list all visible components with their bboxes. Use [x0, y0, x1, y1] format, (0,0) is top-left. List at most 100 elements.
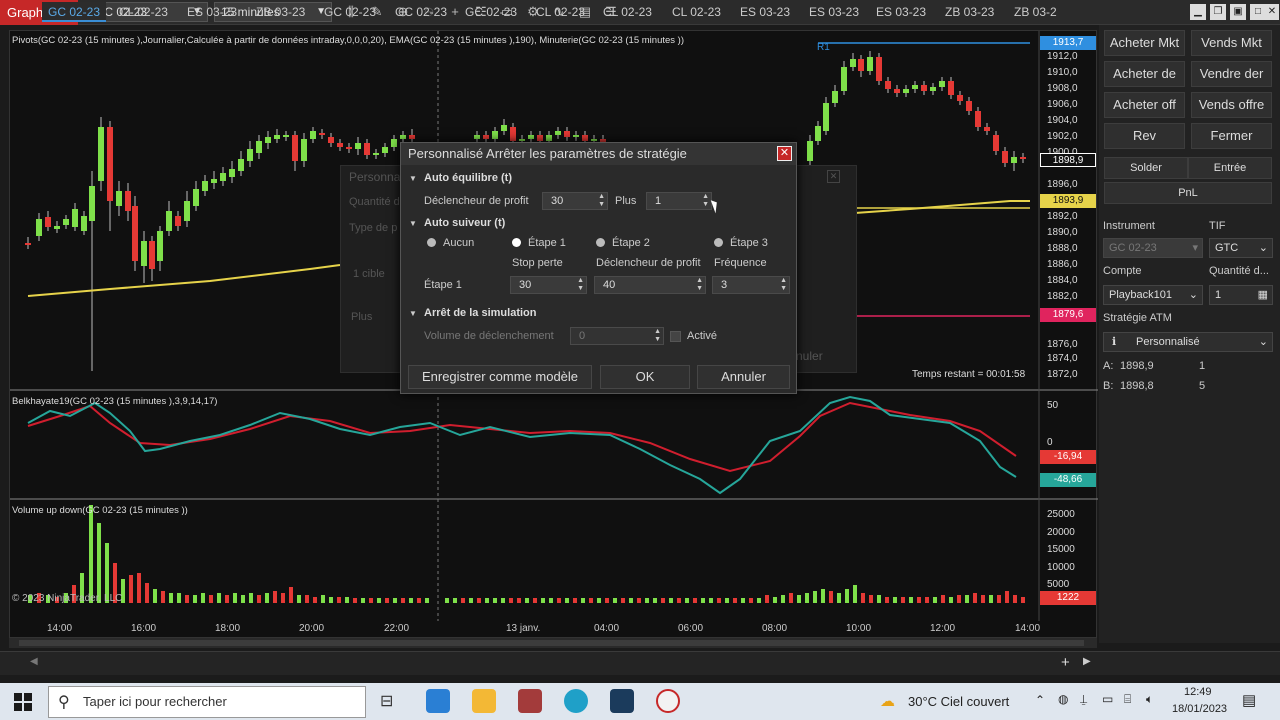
tif-select[interactable]: GTC ⌄	[1209, 238, 1273, 258]
volume-bar	[185, 595, 189, 603]
mail-icon[interactable]	[426, 689, 450, 713]
volume-trigger-input[interactable]: 0 ▲ ▼	[570, 327, 664, 345]
tab-instrument[interactable]: CL 02-23	[597, 2, 658, 22]
sell-market-button[interactable]: Vends Mkt	[1191, 30, 1272, 56]
tab-instrument[interactable]: ES 03-23	[734, 2, 796, 22]
candle-body	[573, 135, 579, 137]
tab-scroll-left-icon[interactable]: ◀	[30, 656, 38, 667]
tab-instrument[interactable]: CL 02-23	[666, 2, 727, 22]
windows-start-icon[interactable]	[14, 693, 32, 711]
clock-time[interactable]: 12:49	[1184, 686, 1212, 698]
volume-bar	[725, 598, 729, 603]
reverse-button[interactable]: Rev	[1104, 123, 1185, 149]
tab-instrument[interactable]: CL 02-23	[113, 2, 174, 22]
etape1-frequency-input[interactable]: 3 ▲ ▼	[712, 276, 790, 294]
spinner-arrows-icon[interactable]: ▲ ▼	[702, 193, 709, 209]
tab-instrument[interactable]: ES 03-23	[803, 2, 865, 22]
tab-instrument[interactable]: GC 02-23	[389, 2, 453, 22]
active-checkbox[interactable]	[670, 331, 681, 342]
candle-body	[125, 191, 131, 211]
tab-instrument[interactable]: GC 02-23	[318, 2, 382, 22]
close-icon: ✕	[827, 170, 840, 183]
spinner-arrows-icon[interactable]: ▲ ▼	[696, 277, 703, 293]
cancel-button[interactable]: Annuler	[697, 365, 790, 389]
volume-bar	[501, 598, 505, 603]
tab-instrument[interactable]: ES 03-23	[181, 2, 243, 22]
weather-text[interactable]: 30°C Ciel couvert	[908, 694, 1009, 709]
tab-instrument[interactable]: ZB 03-2	[1008, 2, 1063, 22]
spinner-arrows-icon[interactable]: ▲ ▼	[780, 277, 787, 293]
buy-offer-button[interactable]: Acheter off	[1104, 92, 1185, 118]
tab-instrument[interactable]: ZB 03-23	[939, 2, 1000, 22]
task-view-icon[interactable]: ⊟	[380, 691, 393, 711]
breakeven-trigger-input[interactable]: 30 ▲ ▼	[542, 192, 608, 210]
atm-strategy-select[interactable]: ℹ Personnalisé ⌄	[1103, 332, 1273, 352]
sell-offer-button[interactable]: Vends offre	[1191, 92, 1272, 118]
candle-body	[1011, 157, 1017, 163]
sell-bid-button[interactable]: Vendre der	[1191, 61, 1272, 87]
maximize-icon[interactable]: □	[1250, 4, 1266, 20]
tab-instrument[interactable]: ZB 03-23	[250, 2, 311, 22]
spinner-arrows-icon[interactable]: ▲ ▼	[598, 193, 605, 209]
clock-date[interactable]: 18/01/2023	[1172, 703, 1227, 715]
spinner-arrows-icon[interactable]: ▲ ▼	[654, 328, 661, 344]
ask-price: 1898,9	[1120, 360, 1154, 372]
ninjatrader-logo-icon[interactable]	[656, 689, 680, 713]
tab-instrument[interactable]: GC 02-23	[42, 2, 107, 22]
tray-app-icon[interactable]: ◍	[1058, 692, 1068, 706]
volume-bar	[829, 591, 833, 603]
collapse-arrow-icon[interactable]: ▼	[409, 174, 417, 183]
radio-etape3[interactable]	[714, 238, 723, 247]
save-template-button[interactable]: Enregistrer comme modèle	[408, 365, 592, 389]
breakeven-plus-input[interactable]: 1 ▲ ▼	[646, 192, 712, 210]
close-position-button[interactable]: Fermer	[1191, 123, 1272, 149]
buy-bid-button[interactable]: Acheter de	[1104, 61, 1185, 87]
volume-icon[interactable]: 🔈︎	[1146, 692, 1153, 707]
notifications-icon[interactable]: ▤	[1242, 691, 1256, 709]
tab-scroll-right-icon[interactable]: ▶	[1083, 656, 1091, 667]
radio-aucun[interactable]	[427, 238, 436, 247]
arret-simulation-section: Arrêt de la simulation	[424, 307, 537, 319]
minimize-icon[interactable]: ▁	[1190, 4, 1206, 20]
ok-button[interactable]: OK	[600, 365, 690, 389]
file-explorer-icon[interactable]	[472, 689, 496, 713]
tile-icon[interactable]: ▣	[1230, 4, 1246, 20]
microphone-icon[interactable]: ⍊	[1080, 692, 1087, 707]
buy-market-button[interactable]: Acheter Mkt	[1104, 30, 1185, 56]
ninjatrader-app-icon[interactable]	[610, 689, 634, 713]
etape1-stop-input[interactable]: 30 ▲ ▼	[510, 276, 587, 294]
calculator-icon[interactable]: ▦	[1258, 286, 1268, 304]
tab-instrument[interactable]: CL 02-23	[530, 2, 591, 22]
quantity-input[interactable]: 1 ▦	[1209, 285, 1273, 305]
candle-body	[89, 186, 95, 221]
power-icon[interactable]: ▭	[1102, 692, 1113, 706]
horizontal-scrollbar[interactable]	[9, 638, 1097, 648]
network-icon[interactable]: ⌸	[1124, 692, 1131, 707]
restore-icon[interactable]: ❐	[1210, 4, 1226, 20]
app-book-icon[interactable]	[518, 689, 542, 713]
radio-etape1[interactable]	[512, 238, 521, 247]
entree-button[interactable]: Entrée	[1188, 157, 1272, 179]
candle-body	[807, 141, 813, 161]
candle-body	[81, 216, 87, 231]
close-icon[interactable]: ✕	[777, 146, 792, 161]
info-icon[interactable]: ℹ	[1112, 333, 1116, 351]
ghost-row2: Type de p	[349, 222, 398, 234]
tab-instrument[interactable]: ES 03-23	[870, 2, 932, 22]
account-select[interactable]: Playback101 ⌄	[1103, 285, 1203, 305]
collapse-arrow-icon[interactable]: ▼	[409, 309, 417, 318]
instrument-label: Instrument	[1103, 220, 1155, 232]
tab-instrument[interactable]: GC 02-23	[459, 2, 523, 22]
radio-etape2[interactable]	[596, 238, 605, 247]
solder-button[interactable]: Solder	[1104, 157, 1188, 179]
close-icon[interactable]: ✕	[1265, 4, 1279, 20]
spinner-arrows-icon[interactable]: ▲ ▼	[577, 277, 584, 293]
volume-bar	[605, 598, 609, 603]
tray-expand-icon[interactable]: ⌃	[1035, 693, 1045, 707]
volume-bar	[981, 595, 985, 603]
collapse-arrow-icon[interactable]: ▼	[409, 219, 417, 228]
edge-browser-icon[interactable]	[564, 689, 588, 713]
add-tab-icon[interactable]: +	[1061, 654, 1070, 671]
taskbar-search-input[interactable]: Taper ici pour rechercher	[48, 686, 366, 718]
etape1-trigger-input[interactable]: 40 ▲ ▼	[594, 276, 706, 294]
